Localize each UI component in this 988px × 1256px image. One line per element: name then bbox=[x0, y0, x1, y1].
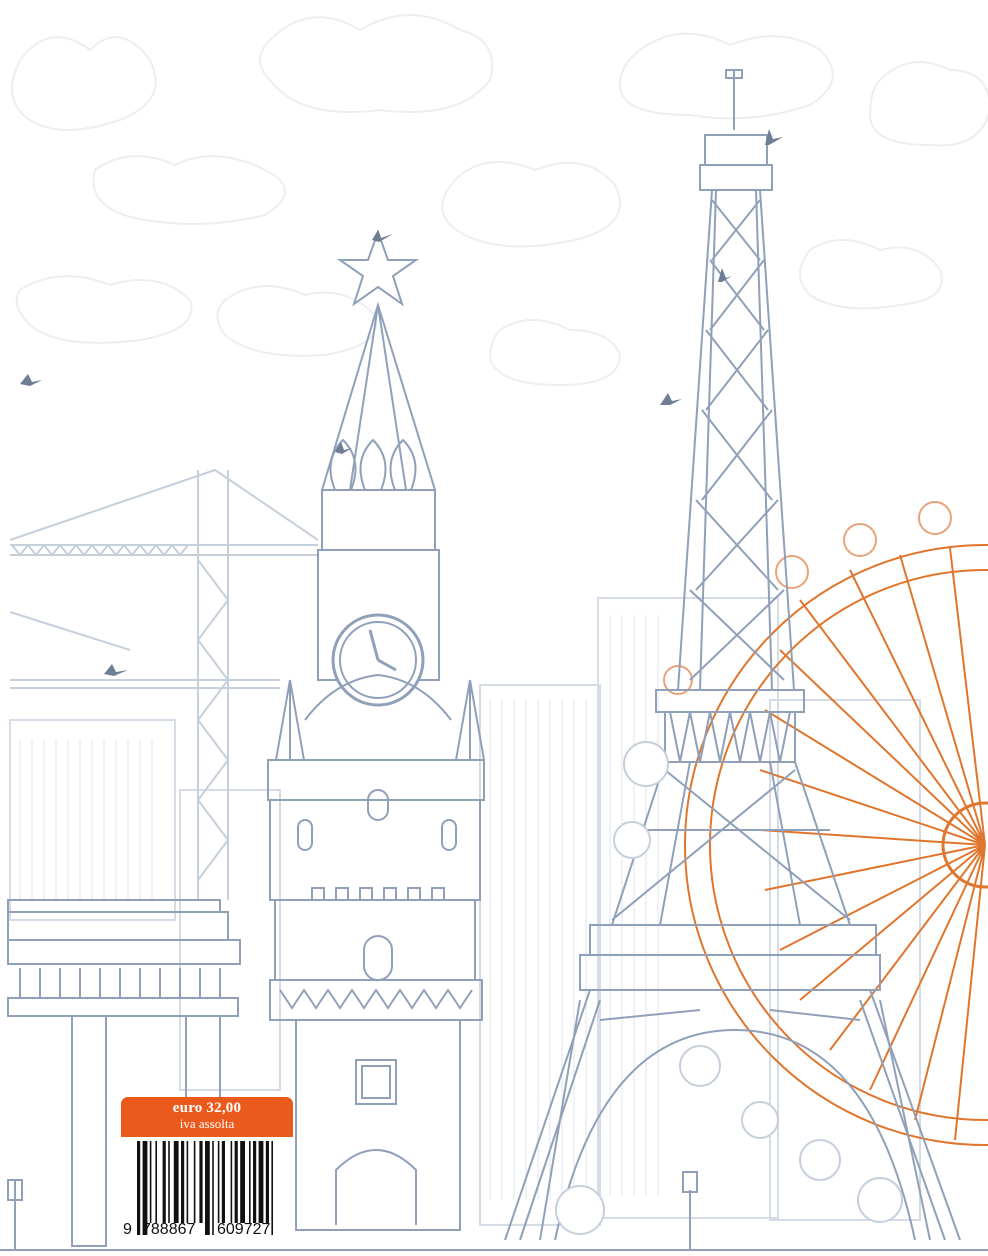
barcode-bar bbox=[149, 1141, 152, 1223]
barcode-bar bbox=[240, 1141, 245, 1223]
barcode-bar bbox=[168, 1141, 170, 1223]
barcode-bar bbox=[230, 1141, 233, 1223]
barcode-bar bbox=[234, 1141, 238, 1223]
city-skyline-illustration bbox=[0, 14, 988, 1251]
isbn-left-group: 788867 bbox=[142, 1221, 196, 1238]
barcode-bar bbox=[253, 1141, 257, 1223]
isbn-lead-digit: 9 bbox=[123, 1221, 132, 1238]
decorative-circles bbox=[555, 741, 903, 1235]
barcode-bar bbox=[265, 1141, 269, 1223]
barcode-bar bbox=[162, 1141, 166, 1223]
barcode-bar bbox=[155, 1141, 157, 1223]
tax-note: iva assolta bbox=[179, 1116, 235, 1131]
kremlin-tower bbox=[267, 229, 485, 1231]
barcode-bar bbox=[186, 1141, 189, 1223]
price-label: euro 32,00 iva assolta bbox=[121, 1097, 293, 1137]
birds bbox=[20, 129, 783, 676]
isbn-right-group: 609727 bbox=[217, 1221, 271, 1238]
isbn-number: 9 788867 609727 bbox=[121, 1221, 293, 1241]
isbn-barcode: 9 788867 609727 bbox=[121, 1137, 293, 1244]
barcode-bar bbox=[193, 1141, 196, 1223]
barcode-bar bbox=[217, 1141, 220, 1223]
price-amount: euro 32,00 bbox=[172, 1100, 242, 1116]
barcode-bar bbox=[249, 1141, 251, 1223]
clouds bbox=[11, 14, 988, 387]
barcode-bar bbox=[258, 1141, 264, 1223]
barcode-bar bbox=[199, 1141, 203, 1223]
barcode-bar bbox=[221, 1141, 225, 1223]
barcode-bar bbox=[181, 1141, 185, 1223]
barcode-bar bbox=[173, 1141, 179, 1223]
